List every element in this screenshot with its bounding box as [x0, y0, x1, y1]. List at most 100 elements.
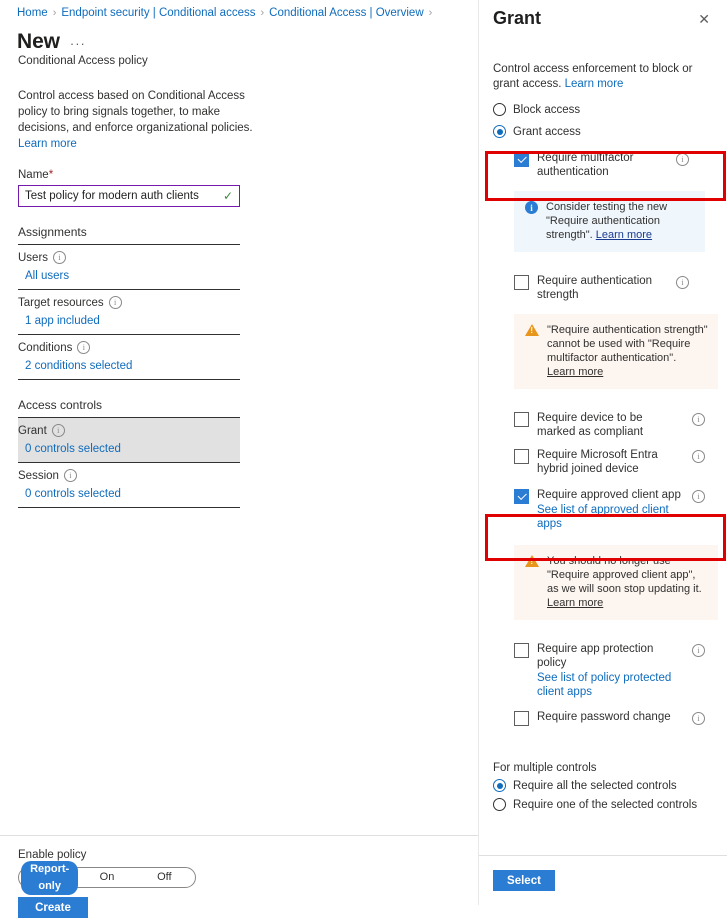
- checkbox-require-app-protection-policy[interactable]: [514, 643, 529, 658]
- access-control-row-session[interactable]: Session i 0 controls selected: [18, 462, 240, 508]
- info-filled-icon: i: [525, 201, 538, 214]
- radio-require-one-selected-control[interactable]: Require one of the selected controls: [493, 798, 713, 811]
- link-see-policy-protected-client-apps[interactable]: See list of policy protected client apps: [537, 671, 684, 699]
- callout-warning-authentication-strength: "Require authentication strength" cannot…: [514, 314, 718, 389]
- grant-description-learn-more-link[interactable]: Learn more: [565, 78, 624, 90]
- assignment-target-resources-value[interactable]: 1 app included: [18, 309, 240, 327]
- grant-blade-header: Grant ✕: [479, 0, 727, 29]
- radio-icon-block-access[interactable]: [493, 103, 506, 116]
- control-label-require-device-compliant: Require device to be marked as compliant: [537, 412, 644, 438]
- info-icon[interactable]: i: [51, 424, 65, 437]
- grant-description: Control access enforcement to block or g…: [493, 62, 698, 92]
- close-icon[interactable]: ✕: [695, 9, 713, 29]
- control-label-require-multifactor-authentication: Require multifactor authentication: [537, 152, 634, 178]
- checkbox-require-multifactor-authentication[interactable]: [514, 152, 529, 167]
- radio-label-block-access: Block access: [513, 103, 581, 116]
- checkbox-require-password-change[interactable]: [514, 711, 529, 726]
- enable-policy-option-off[interactable]: Off: [136, 869, 193, 886]
- multiple-controls-label: For multiple controls: [493, 762, 597, 774]
- assignment-conditions-head: Conditions i: [18, 341, 240, 354]
- warning-triangle-icon: [525, 555, 539, 567]
- control-require-hybrid-joined-device[interactable]: Require Microsoft Entra hybrid joined de…: [514, 448, 705, 476]
- callout-warning-learn-more-link[interactable]: Learn more: [547, 365, 708, 379]
- checkbox-require-hybrid-joined-device[interactable]: [514, 449, 529, 464]
- policy-intro-text: Control access based on Conditional Acce…: [0, 67, 253, 152]
- control-label-text-require-approved-client-app: Require approved client app: [537, 489, 681, 501]
- radio-grant-access[interactable]: Grant access: [493, 125, 713, 138]
- name-field-label: Name*: [0, 152, 478, 181]
- control-label-require-hybrid-joined-device: Require Microsoft Entra hybrid joined de…: [537, 449, 658, 475]
- enable-policy-option-report-only[interactable]: Report-only: [21, 860, 79, 895]
- assignment-users-label: Users: [18, 251, 49, 264]
- assignment-conditions-label: Conditions: [18, 341, 73, 354]
- assignment-row-users[interactable]: Users i All users: [18, 245, 240, 290]
- new-policy-content: Home › Endpoint security | Conditional a…: [0, 0, 478, 835]
- callout-warning-approved-learn-more-link[interactable]: Learn more: [547, 596, 708, 610]
- breadcrumb-separator: ›: [52, 7, 57, 19]
- checkbox-require-approved-client-app[interactable]: [514, 489, 529, 504]
- radio-icon-require-all[interactable]: [493, 779, 506, 792]
- callout-warning-approved-client-app: You should no longer use "Require approv…: [514, 545, 718, 620]
- new-policy-pane: Home › Endpoint security | Conditional a…: [0, 0, 479, 918]
- enable-policy-option-on[interactable]: On: [78, 869, 135, 886]
- page-title: New: [17, 30, 60, 53]
- control-require-app-protection-policy[interactable]: Require app protection policy See list o…: [514, 642, 705, 699]
- control-label-require-app-protection-policy: Require app protection policy See list o…: [537, 642, 684, 699]
- name-input[interactable]: [19, 190, 223, 202]
- enable-policy-toggle[interactable]: Report-only On Off: [18, 860, 196, 895]
- checkbox-require-device-compliant[interactable]: [514, 412, 529, 427]
- assignment-target-resources-head: Target resources i: [18, 296, 240, 309]
- grant-blade: Grant ✕ Control access enforcement to bl…: [479, 0, 727, 905]
- assignment-users-value[interactable]: All users: [18, 264, 240, 282]
- info-icon[interactable]: i: [676, 276, 689, 289]
- breadcrumb-item-endpoint-security[interactable]: Endpoint security | Conditional access: [61, 7, 255, 19]
- info-icon[interactable]: i: [63, 469, 77, 482]
- access-control-grant-label: Grant: [18, 424, 47, 437]
- info-icon[interactable]: i: [692, 450, 705, 463]
- radio-label-require-all: Require all the selected controls: [513, 779, 677, 792]
- control-require-password-change[interactable]: Require password change i: [514, 710, 705, 726]
- policy-intro-learn-more-link[interactable]: Learn more: [18, 136, 253, 152]
- info-icon[interactable]: i: [692, 712, 705, 725]
- access-control-row-grant[interactable]: Grant i 0 controls selected: [18, 418, 240, 462]
- link-see-approved-client-apps[interactable]: See list of approved client apps: [537, 503, 684, 531]
- info-icon[interactable]: i: [108, 296, 122, 309]
- info-icon[interactable]: i: [676, 153, 689, 166]
- name-input-wrapper[interactable]: ✓: [18, 185, 240, 207]
- info-icon[interactable]: i: [692, 490, 705, 503]
- control-label-require-password-change: Require password change: [537, 711, 671, 723]
- control-require-multifactor-authentication[interactable]: Require multifactor authentication i: [514, 151, 689, 179]
- select-button[interactable]: Select: [493, 870, 555, 891]
- access-control-grant-value[interactable]: 0 controls selected: [18, 437, 240, 455]
- assignment-row-target-resources[interactable]: Target resources i 1 app included: [18, 290, 240, 335]
- control-label-text-require-app-protection-policy: Require app protection policy: [537, 643, 654, 669]
- control-require-approved-client-app[interactable]: Require approved client app See list of …: [514, 488, 705, 531]
- callout-info-text: Consider testing the new "Require authen…: [546, 200, 695, 242]
- access-controls-heading: Access controls: [18, 398, 240, 418]
- control-require-device-compliant[interactable]: Require device to be marked as compliant…: [514, 411, 705, 439]
- radio-icon-grant-access[interactable]: [493, 125, 506, 138]
- breadcrumb-separator: ›: [260, 7, 265, 19]
- info-icon[interactable]: i: [77, 341, 91, 354]
- callout-info-learn-more-link[interactable]: Learn more: [596, 229, 652, 241]
- access-control-grant-head: Grant i: [18, 424, 240, 437]
- assignments-heading: Assignments: [18, 225, 240, 245]
- assignment-row-conditions[interactable]: Conditions i 2 conditions selected: [18, 335, 240, 380]
- more-options-icon[interactable]: ···: [70, 37, 86, 50]
- info-icon[interactable]: i: [53, 251, 67, 264]
- checkbox-require-authentication-strength[interactable]: [514, 275, 529, 290]
- info-icon[interactable]: i: [692, 413, 705, 426]
- create-button[interactable]: Create: [18, 897, 88, 918]
- radio-block-access[interactable]: Block access: [493, 103, 713, 116]
- grant-blade-body: Control access enforcement to block or g…: [479, 29, 727, 855]
- info-icon[interactable]: i: [692, 644, 705, 657]
- breadcrumb-item-home[interactable]: Home: [17, 7, 48, 19]
- control-require-authentication-strength[interactable]: Require authentication strength i: [514, 274, 689, 302]
- radio-icon-require-one[interactable]: [493, 798, 506, 811]
- radio-label-grant-access: Grant access: [513, 125, 581, 138]
- radio-require-all-selected-controls[interactable]: Require all the selected controls: [493, 779, 713, 792]
- callout-info-authentication-strength: i Consider testing the new "Require auth…: [514, 191, 705, 252]
- assignment-conditions-value[interactable]: 2 conditions selected: [18, 354, 240, 372]
- breadcrumb-item-conditional-access-overview[interactable]: Conditional Access | Overview: [269, 7, 423, 19]
- access-control-session-value[interactable]: 0 controls selected: [18, 482, 240, 500]
